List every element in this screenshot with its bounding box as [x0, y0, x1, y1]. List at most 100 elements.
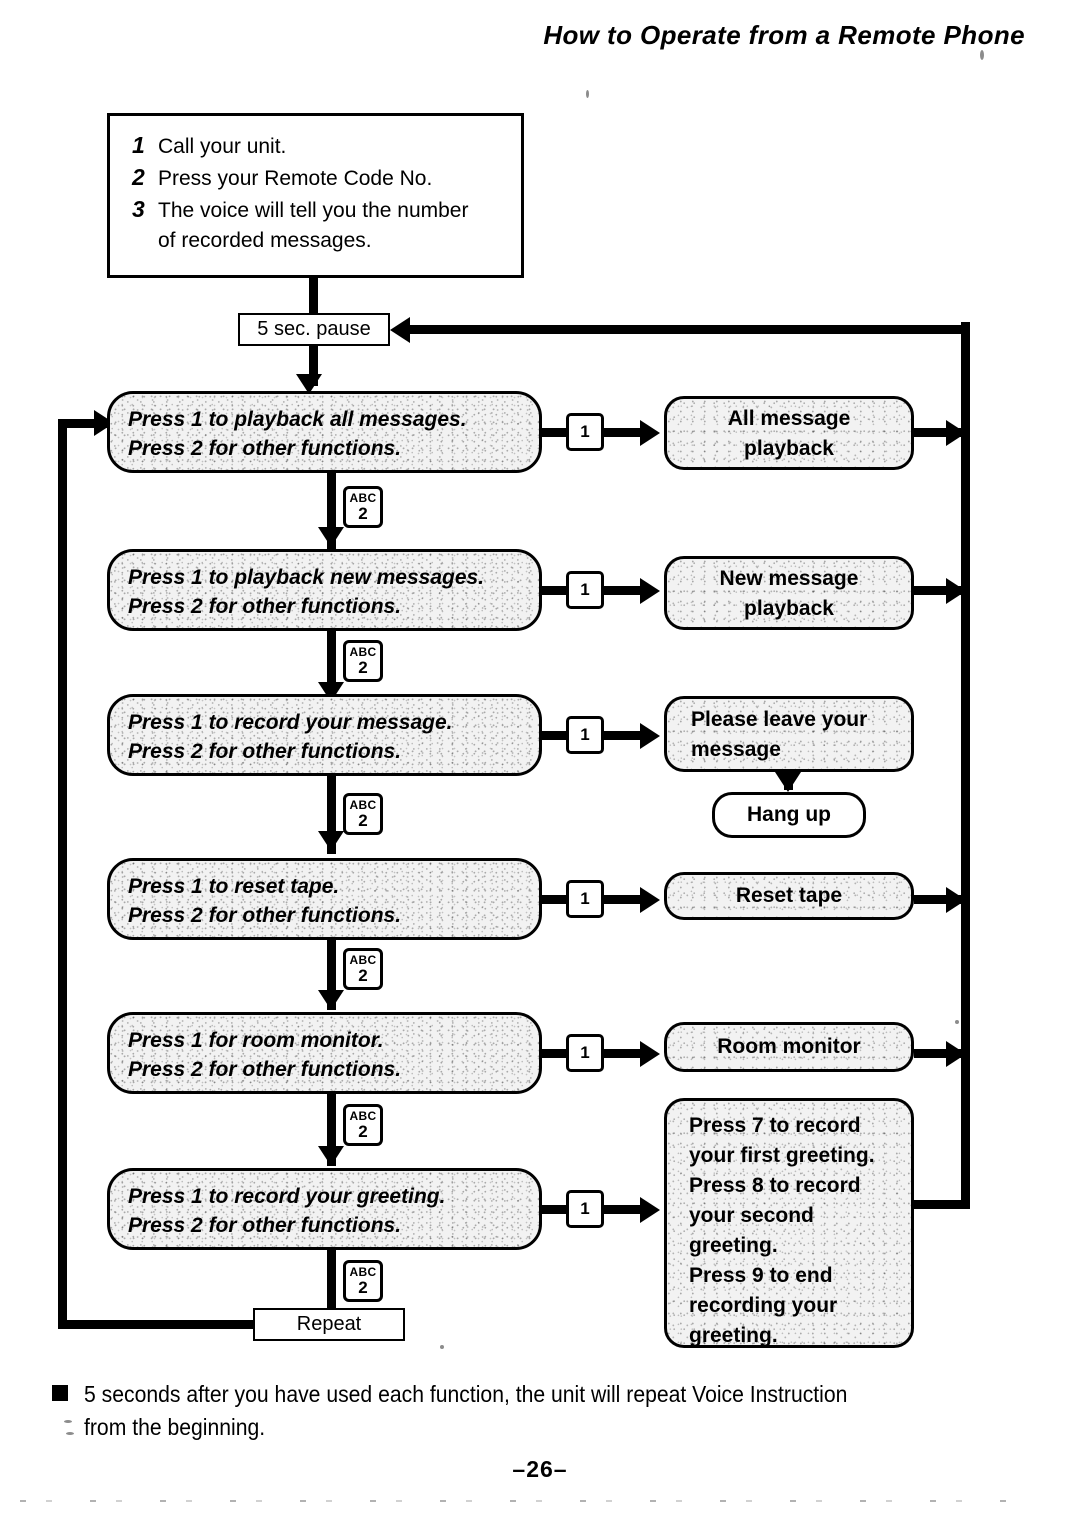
scan-speck	[586, 90, 589, 98]
prompt-box-3: Press 1 to record your message. Press 2 …	[107, 694, 542, 776]
remote-operation-flowchart: 1 Call your unit. 2 Press your Remote Co…	[0, 0, 1080, 1435]
key-1-button-row2[interactable]: 1	[566, 571, 604, 609]
greeting-line-4: your second	[689, 1204, 814, 1227]
arrow-down-to-prompt5	[318, 990, 344, 1010]
key-2-button-row6[interactable]: ABC 2	[343, 1260, 383, 1302]
prompt-2-line-1: Press 1 to playback new messages.	[128, 566, 485, 589]
arrow-right-to-result5	[640, 1041, 660, 1067]
arrow-right-result1-loop	[946, 420, 966, 446]
key-1-button-row6[interactable]: 1	[566, 1190, 604, 1228]
intro-step-2: 2 Press your Remote Code No.	[132, 162, 511, 194]
intro-step-1-number: 1	[132, 132, 145, 158]
loop-rail-right-vertical	[961, 322, 970, 1207]
result-box-1: All message playback	[664, 396, 914, 470]
prompt-box-6: Press 1 to record your greeting. Press 2…	[107, 1168, 542, 1250]
result-4-line-1: Reset tape	[735, 884, 843, 907]
key-2-button-row4[interactable]: ABC 2	[343, 948, 383, 990]
loop-return-horizontal	[410, 325, 970, 334]
prompt-5-line-2: Press 2 for other functions.	[128, 1058, 402, 1081]
prompt-1-line-1: Press 1 to playback all messages.	[128, 408, 467, 431]
connector-intro-to-pause	[309, 278, 318, 316]
key-1-button-row1[interactable]: 1	[566, 413, 604, 451]
intro-steps-box: 1 Call your unit. 2 Press your Remote Co…	[107, 113, 524, 278]
footer-note-line-1: 5 seconds after you have used each funct…	[84, 1381, 848, 1407]
greeting-line-3: Press 8 to record	[689, 1174, 861, 1197]
key-2-button-row5[interactable]: ABC 2	[343, 1104, 383, 1146]
key-2-alpha-label: ABC	[349, 1265, 377, 1279]
greeting-line-6: Press 9 to end	[689, 1264, 833, 1287]
result-3-line-2: message	[691, 738, 781, 761]
scan-speck	[980, 50, 984, 60]
prompt-box-2: Press 1 to playback new messages. Press …	[107, 549, 542, 631]
key-2-digit-label: 2	[358, 658, 368, 677]
key-2-digit-label: 2	[358, 966, 368, 985]
arrow-right-to-greeting-result	[640, 1197, 660, 1223]
prompt-2-line-2: Press 2 for other functions.	[128, 595, 402, 618]
greeting-line-7: recording your	[689, 1294, 838, 1317]
arrow-right-to-result1	[640, 420, 660, 446]
arrow-down-to-hangup	[775, 772, 801, 792]
key-2-alpha-label: ABC	[349, 491, 377, 505]
prompt-6-line-2: Press 2 for other functions.	[128, 1214, 402, 1237]
intro-step-1-text: Call your unit.	[158, 135, 287, 158]
result-1-line-2: playback	[744, 437, 834, 460]
greeting-line-8: greeting.	[689, 1324, 778, 1347]
arrow-right-result4-loop	[946, 887, 966, 913]
repeat-node: Repeat	[253, 1308, 405, 1341]
footer-note-text: 5 seconds after you have used each funct…	[84, 1378, 914, 1444]
prompt-6-line-1: Press 1 to record your greeting.	[128, 1185, 446, 1208]
prompt-box-1: Press 1 to playback all messages. Press …	[107, 391, 542, 473]
result-box-2: New message playback	[664, 556, 914, 630]
key-2-digit-label: 2	[358, 1122, 368, 1141]
key-2-digit-label: 2	[358, 811, 368, 830]
loop-return-left-vertical	[58, 424, 67, 1324]
footer-note-line-2: from the beginning.	[84, 1414, 266, 1440]
scan-speck	[66, 1432, 74, 1435]
result-2-line-1: New message	[719, 567, 859, 590]
prompt-3-line-2: Press 2 for other functions.	[128, 740, 402, 763]
hang-up-node: Hang up	[712, 792, 866, 838]
result-box-5: Room monitor	[664, 1022, 914, 1072]
result-box-4: Reset tape	[664, 872, 914, 920]
prompt-box-5: Press 1 for room monitor. Press 2 for ot…	[107, 1012, 542, 1094]
pause-node: 5 sec. pause	[238, 313, 390, 346]
scan-speck	[64, 1420, 72, 1423]
prompt-5-line-1: Press 1 for room monitor.	[128, 1029, 384, 1052]
intro-step-3: 3 The voice will tell you the number	[132, 194, 511, 226]
scan-speck	[955, 1020, 959, 1024]
result-1-line-1: All message	[727, 407, 851, 430]
intro-step-3-text: The voice will tell you the number	[158, 199, 469, 222]
greeting-line-1: Press 7 to record	[689, 1114, 861, 1137]
arrow-down-to-prompt4	[318, 831, 344, 851]
prompt-3-line-1: Press 1 to record your message.	[128, 711, 453, 734]
page-number: –26–	[512, 1456, 568, 1482]
loop-return-bottom-horizontal	[58, 1320, 258, 1329]
arrow-down-to-prompt2	[318, 527, 344, 547]
key-1-button-row5[interactable]: 1	[566, 1034, 604, 1072]
prompt-4-line-1: Press 1 to reset tape.	[128, 875, 340, 898]
key-2-button-row1[interactable]: ABC 2	[343, 486, 383, 528]
arrow-right-to-result3	[640, 723, 660, 749]
arrow-right-result2-loop	[946, 578, 966, 604]
key-2-alpha-label: ABC	[349, 953, 377, 967]
arrow-left-into-pause	[390, 317, 410, 343]
intro-step-2-text: Press your Remote Code No.	[158, 167, 433, 190]
arrow-down-to-prompt6	[318, 1146, 344, 1166]
result-5-line-1: Room monitor	[717, 1035, 861, 1058]
key-2-button-row3[interactable]: ABC 2	[343, 793, 383, 835]
result-3-line-1: Please leave your	[691, 708, 868, 731]
intro-step-3-number: 3	[132, 196, 145, 222]
prompt-1-line-2: Press 2 for other functions.	[128, 437, 402, 460]
result-2-line-2: playback	[744, 597, 834, 620]
key-2-digit-label: 2	[358, 504, 368, 523]
key-2-button-row2[interactable]: ABC 2	[343, 640, 383, 682]
result-box-greeting: Press 7 to record your first greeting. P…	[664, 1098, 914, 1348]
key-2-digit-label: 2	[358, 1278, 368, 1297]
key-1-button-row3[interactable]: 1	[566, 716, 604, 754]
arrow-right-to-result2	[640, 578, 660, 604]
scan-speck	[440, 1345, 444, 1349]
intro-step-1: 1 Call your unit.	[132, 130, 511, 162]
intro-step-3-continuation: of recorded messages.	[158, 229, 372, 252]
key-1-button-row4[interactable]: 1	[566, 880, 604, 918]
result-box-3: Please leave your message	[664, 696, 914, 772]
